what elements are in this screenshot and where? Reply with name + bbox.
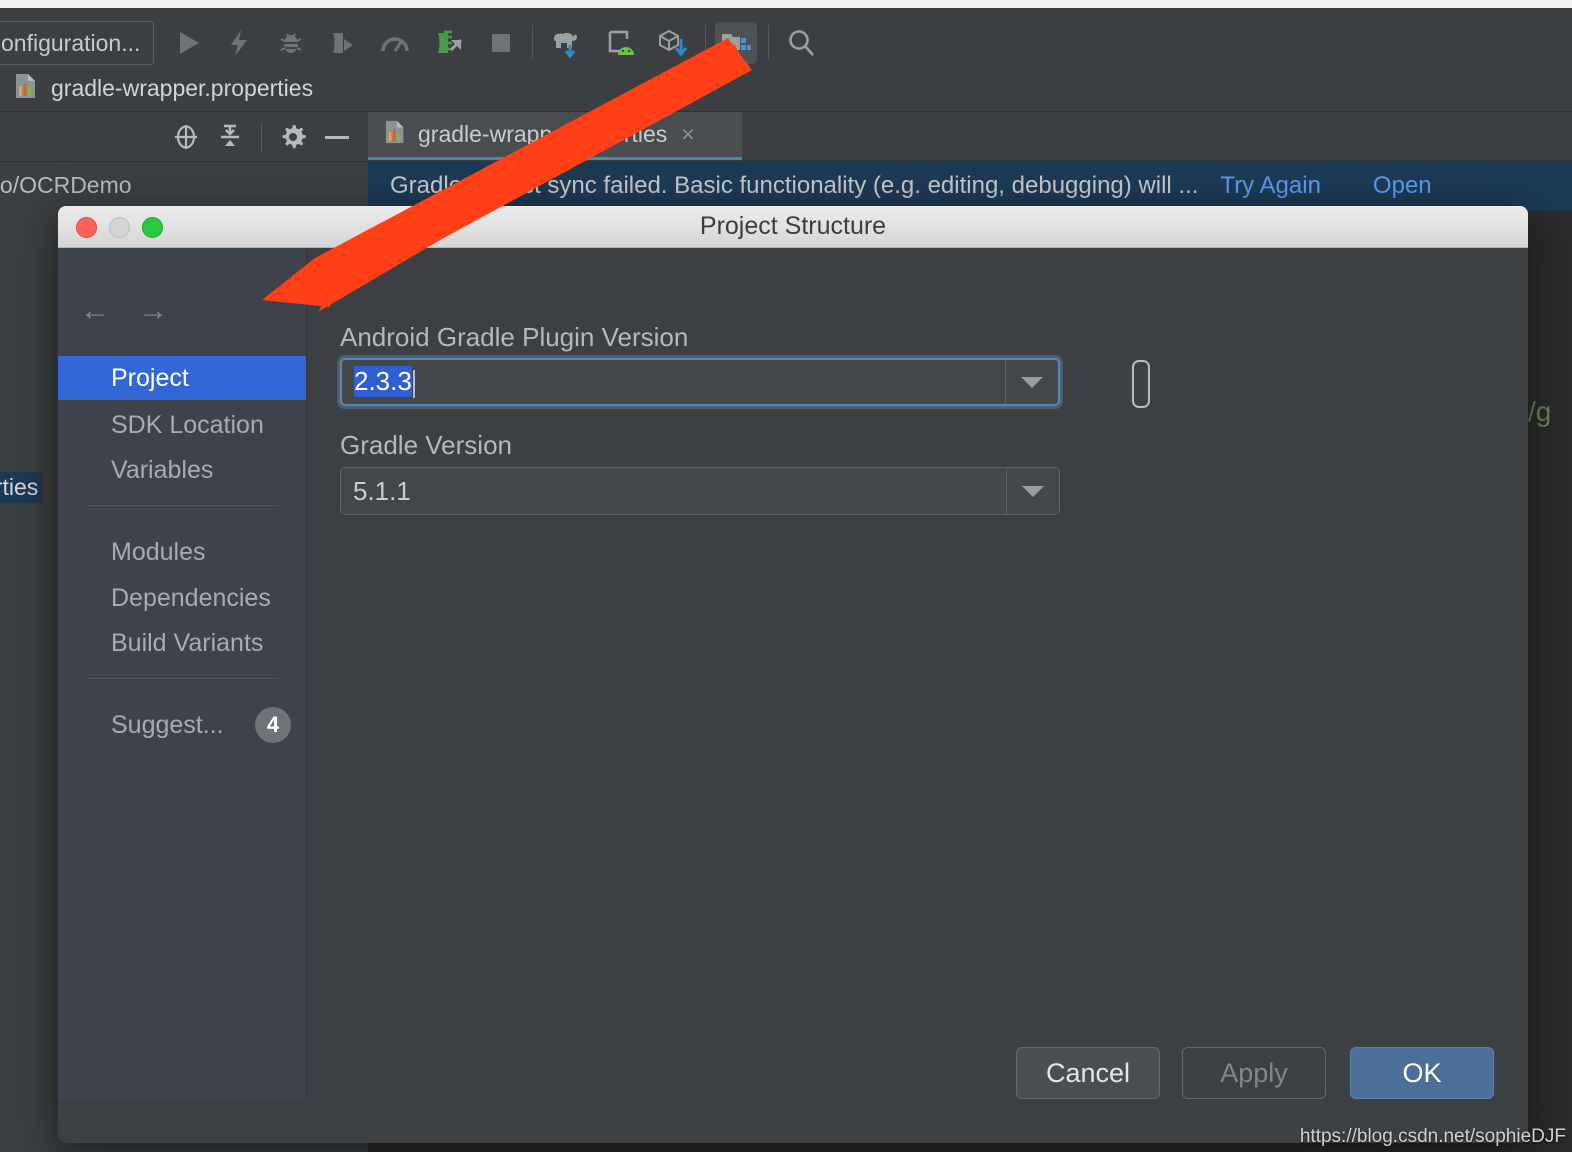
cancel-button[interactable]: Cancel [1016, 1047, 1160, 1099]
sidebar-item-sdk-location[interactable]: SDK Location [58, 403, 306, 447]
window-controls [76, 217, 163, 238]
maximize-window-button[interactable] [142, 217, 163, 238]
sidebar-item-label: SDK Location [111, 410, 264, 439]
avd-manager-icon[interactable] [600, 22, 642, 64]
gradle-file-icon-tab [384, 119, 408, 150]
project-structure-icon[interactable] [715, 22, 757, 64]
dialog-titlebar: Project Structure [58, 206, 1528, 248]
back-arrow-icon[interactable]: ← [80, 296, 110, 326]
sync-project-icon[interactable] [428, 22, 470, 64]
nav-arrows: ← → [80, 296, 168, 326]
collapse-all-icon[interactable] [213, 120, 247, 154]
run-configuration-selector[interactable]: onfiguration... [0, 21, 154, 65]
code-fragment: /g [1528, 396, 1552, 427]
sidebar-item-label: Dependencies [111, 583, 271, 612]
locate-icon[interactable] [169, 120, 203, 154]
forward-arrow-icon[interactable]: → [138, 296, 168, 326]
breadcrumb-file-label: gradle-wrapper.properties [51, 75, 314, 101]
screenshot-root: onfiguration... gradle-wrapper.propertie… [0, 0, 1572, 1152]
gradle-dropdown-button[interactable] [1006, 468, 1059, 514]
status-badge: 4 [255, 707, 291, 743]
stop-icon[interactable] [480, 22, 522, 64]
sdk-manager-icon[interactable] [652, 22, 694, 64]
sidebar-divider-2 [87, 678, 279, 679]
sidebar-item-label: Modules [111, 537, 206, 566]
chevron-down-icon [1022, 485, 1044, 497]
toolbar-divider-3 [768, 25, 769, 59]
sidebar-item-variables[interactable]: Variables [58, 448, 306, 492]
sidebar-divider-1 [87, 505, 279, 506]
agp-version-combobox[interactable]: 2.3.3 [340, 358, 1060, 406]
sync-failed-message: Gradle project sync failed. Basic functi… [390, 172, 1199, 199]
run-icon[interactable] [168, 22, 210, 64]
dialog-content-panel: Android Gradle Plugin Version 2.3.3 Grad… [307, 248, 1528, 1099]
text-ibeam-cursor [1132, 360, 1150, 408]
dialog-sidebar: ← → Project SDK Location Variables Modul… [58, 248, 307, 1099]
dialog-title: Project Structure [699, 212, 887, 240]
apply-changes-icon[interactable] [218, 22, 260, 64]
dialog-body: ← → Project SDK Location Variables Modul… [58, 248, 1528, 1143]
gear-icon[interactable] [276, 120, 310, 154]
watermark-url: https://blog.csdn.net/sophieDJF [1299, 1126, 1566, 1147]
close-icon[interactable]: × [681, 121, 694, 148]
project-structure-dialog: Project Structure ← → Project SDK Locati… [58, 206, 1528, 1143]
sidebar-item-label: Suggest... [111, 710, 224, 739]
toolbar-divider-2 [705, 25, 706, 59]
ok-button[interactable]: OK [1350, 1047, 1494, 1099]
try-again-link[interactable]: Try Again [1220, 172, 1321, 200]
text-caret [412, 369, 415, 398]
tree-row[interactable]: erties [0, 472, 43, 503]
chevron-down-icon [1021, 376, 1043, 388]
sidebar-item-label: Build Variants [111, 628, 264, 657]
editor-tab-label: gradle-wrapp .properties [418, 121, 668, 147]
os-menubar-strip [0, 0, 1572, 8]
agp-version-value: 2.3.3 [354, 366, 412, 398]
ide-toolbar: onfiguration... [0, 8, 1572, 67]
agp-version-value-wrap[interactable]: 2.3.3 [342, 366, 1005, 398]
gradle-version-label: Gradle Version [340, 430, 512, 460]
sidebar-item-modules[interactable]: Modules [58, 530, 306, 574]
toolbar-divider [532, 25, 533, 59]
gradle-version-value: 5.1.1 [353, 475, 411, 506]
search-everywhere-icon[interactable] [780, 22, 822, 64]
debug-icon[interactable] [270, 22, 312, 64]
gradle-elephant-icon[interactable] [545, 22, 587, 64]
pane-divider [261, 121, 262, 152]
close-window-button[interactable] [76, 217, 97, 238]
breadcrumb: gradle-wrapper.properties [0, 66, 1572, 112]
sync-failed-banner: Gradle project sync failed. Basic functi… [368, 161, 1572, 211]
sidebar-item-build-variants[interactable]: Build Variants [58, 621, 306, 665]
gradle-file-icon [14, 72, 40, 105]
project-pane-toolbar [0, 112, 368, 162]
agp-dropdown-button[interactable] [1005, 360, 1058, 404]
tree-row[interactable]: dio/OCRDemo [0, 172, 132, 199]
sidebar-item-dependencies[interactable]: Dependencies [58, 576, 306, 620]
apply-button[interactable]: Apply [1182, 1047, 1326, 1099]
editor-tabstrip [742, 112, 1572, 161]
editor-tab-gradle-wrapper[interactable]: gradle-wrapp .properties × [368, 112, 742, 160]
attach-debugger-icon[interactable] [322, 22, 364, 64]
agp-version-label: Android Gradle Plugin Version [340, 322, 689, 352]
sidebar-item-label: Variables [111, 455, 214, 484]
sidebar-item-project[interactable]: Project [58, 356, 306, 400]
run-configuration-label: onfiguration... [1, 29, 141, 56]
hide-pane-icon[interactable] [320, 120, 354, 154]
minimize-window-button[interactable] [109, 217, 130, 238]
profiler-icon[interactable] [374, 22, 416, 64]
apply-button-label: Apply [1220, 1057, 1288, 1088]
ok-button-label: OK [1402, 1057, 1442, 1088]
sidebar-item-label: Project [111, 363, 189, 392]
cancel-button-label: Cancel [1045, 1057, 1131, 1088]
gradle-version-combobox[interactable]: 5.1.1 [340, 467, 1060, 515]
open-link[interactable]: Open [1373, 172, 1432, 200]
